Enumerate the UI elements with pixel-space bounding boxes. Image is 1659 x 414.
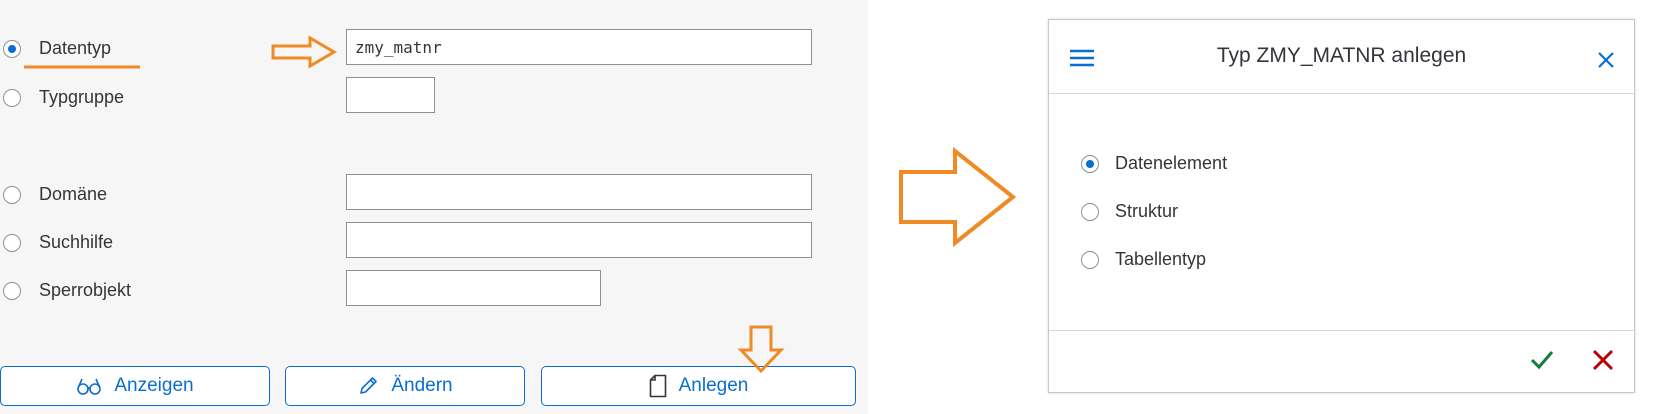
big-arrow-right-annotation: [899, 146, 1017, 248]
create-type-dialog: Typ ZMY_MATNR anlegen Datenelement Struk…: [1048, 19, 1635, 393]
dialog-footer: [1049, 330, 1634, 392]
arrow-right-annotation: [271, 35, 337, 69]
option-label-tabellentyp: Tabellentyp: [1115, 249, 1207, 269]
option-datenelement[interactable]: Datenelement: [1081, 153, 1227, 174]
dialog-title: Typ ZMY_MATNR anlegen: [1216, 44, 1467, 67]
option-tabellentyp[interactable]: Tabellentyp: [1081, 249, 1206, 270]
close-icon[interactable]: [1597, 51, 1615, 74]
arrow-down-annotation: [737, 325, 785, 374]
option-struktur[interactable]: Struktur: [1081, 201, 1178, 222]
cancel-icon[interactable]: [1592, 349, 1614, 376]
radio-button[interactable]: [1081, 202, 1099, 221]
option-label-datenelement: Datenelement: [1115, 153, 1228, 173]
dialog-header: Typ ZMY_MATNR anlegen: [1049, 20, 1634, 94]
radio-button[interactable]: [1081, 250, 1099, 269]
radio-button-checked[interactable]: [1081, 154, 1099, 173]
checkmark-icon[interactable]: [1530, 349, 1554, 376]
option-label-struktur: Struktur: [1115, 201, 1179, 221]
